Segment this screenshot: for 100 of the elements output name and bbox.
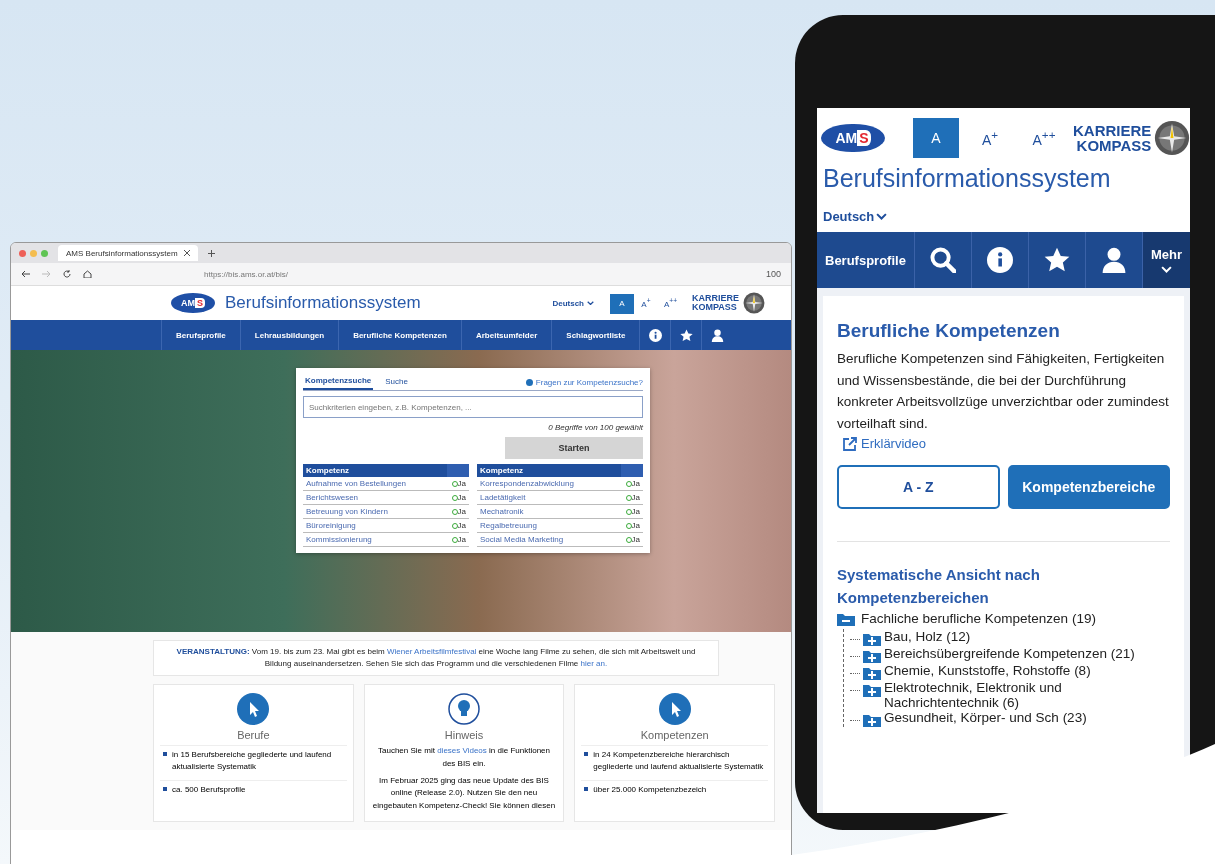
card-text: Im Februar 2025 ging das neue Update des BIS online (Release 2.0). Nutzen Sie den neu eingebauten Kompetenz-Check! Sie können diesen — [371, 774, 557, 813]
table-cell: Ja — [631, 521, 640, 530]
card-text: Tauchen Sie mit dieses Videos in die Funktionen des BIS ein. — [377, 745, 551, 770]
table-cell[interactable]: Aufnahme von Bestellungen — [306, 479, 452, 488]
table-cell: Ja — [457, 479, 466, 488]
table-cell[interactable]: Social Media Marketing — [480, 535, 626, 544]
help-icon[interactable] — [525, 378, 533, 386]
font-size-button[interactable]: A$^{++}$ — [1021, 118, 1067, 158]
link[interactable]: Wiener Arbeitsfilmfestival — [387, 647, 477, 656]
logo-text: KARRIERE KOMPASS — [1073, 123, 1152, 153]
star-icon[interactable] — [1043, 247, 1070, 273]
compass-icon — [1154, 120, 1190, 156]
tab[interactable]: Suche — [383, 375, 410, 389]
search-field[interactable]: Suchkriterien eingeben, z.B. Kompetenzen, ... — [303, 396, 643, 418]
language-select[interactable]: Deutsch — [546, 297, 600, 309]
site-title: Berufsinformationssystem — [822, 163, 1112, 194]
table-cell: Ja — [457, 493, 466, 502]
view-button[interactable]: Kompetenzbereiche — [1007, 465, 1170, 510]
folder-icon[interactable] — [863, 712, 881, 727]
font-size-button[interactable]: A$^{+}$ — [634, 292, 658, 313]
chevron-icon — [876, 213, 888, 220]
table-header: Kompetenz — [303, 464, 469, 477]
table-header: Kompetenz — [477, 464, 643, 477]
table-cell: Ja — [457, 521, 466, 530]
card-title: Berufe — [237, 729, 270, 741]
section-heading: Berufliche Kompetenzen — [837, 320, 1061, 342]
cursor-icon — [658, 693, 691, 725]
description-text: Berufliche Kompetenzen sind Fähigkeiten, Fertigkeiten und Wissensbestände, die bei der Durchführung konkreter Arbeitsvollzüge unverzichtbar oder zumindest vorteilhaft sind. — [837, 350, 1170, 433]
chevron-icon — [587, 300, 594, 306]
lightbulb-icon — [448, 693, 480, 725]
folder-icon[interactable] — [837, 612, 855, 627]
logo-text: KARRIERE KOMPASS — [692, 294, 739, 312]
home-icon[interactable] — [83, 270, 92, 278]
font-size-button[interactable]: A — [913, 118, 959, 158]
table-cell: Ja — [631, 493, 640, 502]
tab[interactable]: Kompetenzsuche — [303, 374, 374, 390]
table-cell: Ja — [457, 507, 466, 516]
table-cell[interactable]: Regalbetreuung — [480, 521, 626, 530]
folder-icon[interactable] — [863, 665, 881, 680]
bullet-text: in 15 Berufsbereiche gegliederte und laufend aktualisierte Systematik — [172, 749, 333, 773]
info-icon[interactable] — [986, 247, 1013, 273]
bullet-icon — [163, 787, 167, 791]
announcement-text: VERANSTALTUNG: Vom 19. bis zum 23. Mai gibt es beim Wiener Arbeitsfilmfestival eine Woche lang Filme zu sehen, die sich mit Arbeitswelt und Bildung auseinandersetzen. Sehen Sie sich das Programm und die verschiedenen Filme hier an. — [153, 640, 719, 676]
font-size-button[interactable]: A$^{+}$ — [967, 118, 1013, 158]
table-cell[interactable]: Büroreinigung — [306, 521, 452, 530]
language-select[interactable]: Deutsch — [817, 195, 894, 232]
compass-icon — [743, 292, 765, 314]
folder-icon[interactable] — [863, 631, 881, 646]
url-field[interactable]: https://bis.ams.or.at/bis/ — [204, 269, 754, 279]
help-link[interactable]: Fragen zur Kompetenzsuche? — [535, 377, 643, 387]
tree-heading: Systematische Ansicht nach Kompetenzbereichen — [837, 565, 1041, 608]
search-icon[interactable] — [929, 247, 956, 273]
view-button[interactable]: A - Z — [837, 465, 1000, 510]
font-size-button[interactable]: A$^{++}$ — [658, 292, 682, 313]
ams-logo: AM S — [171, 293, 215, 313]
folder-icon[interactable] — [863, 682, 881, 697]
cursor-icon — [237, 693, 270, 725]
tree-item[interactable]: Chemie, Kunststoffe, Rohstoffe (8) — [884, 662, 1091, 678]
user-icon[interactable] — [710, 328, 724, 342]
ams-logo: AM S — [821, 123, 885, 153]
bullet-icon — [584, 752, 589, 756]
tree-item[interactable]: Bereichsübergreifende Kompetenzen (21) — [884, 645, 1135, 661]
reload-icon[interactable] — [63, 270, 71, 278]
more-menu-button[interactable]: Mehr — [1142, 232, 1190, 288]
tree-item[interactable]: Elektrotechnik, Elektronik und Nachrichtentechnik (6) — [884, 679, 1170, 710]
video-link[interactable]: Erklärvideo — [843, 436, 927, 452]
link[interactable]: hier an. — [580, 659, 608, 668]
close-icon[interactable] — [183, 250, 190, 256]
tree-item[interactable]: Bau, Holz (12) — [884, 628, 971, 644]
browser-tab[interactable]: AMS Berufsinformationssystem — [58, 245, 198, 261]
table-cell: Ja — [457, 535, 466, 544]
user-icon[interactable] — [1100, 247, 1127, 273]
zoom-level[interactable]: 100 — [765, 269, 781, 279]
link[interactable]: dieses Videos — [437, 746, 487, 755]
table-cell[interactable]: Korrespondenzabwicklung — [480, 479, 626, 488]
bullet-text: in 24 Kompetenzbereiche hierarchisch gegliederte und laufend aktualisierte Systematik — [593, 749, 765, 773]
bullet-icon — [584, 787, 589, 791]
folder-icon[interactable] — [863, 648, 881, 663]
bullet-text: über 25.000 Kompetenzbezeich — [593, 784, 707, 796]
site-title: Berufsinformationssystem — [225, 293, 422, 313]
table-cell[interactable]: Kommissionierung — [306, 535, 452, 544]
window-controls[interactable] — [19, 249, 48, 257]
info-icon[interactable] — [648, 328, 662, 342]
card-title: Kompetenzen — [640, 729, 709, 741]
table-cell[interactable]: Betreuung von Kindern — [306, 507, 452, 516]
table-cell: Ja — [631, 479, 640, 488]
tree-item[interactable]: Fachliche berufliche Kompetenzen (19) — [861, 609, 1096, 629]
back-icon[interactable] — [21, 270, 30, 278]
external-link-icon — [843, 436, 857, 451]
table-cell[interactable]: Berichtswesen — [306, 493, 452, 502]
chevron-icon — [1160, 266, 1172, 273]
table-cell[interactable]: Ladetätigkeit — [480, 493, 626, 502]
tree-item[interactable]: Gesundheit, Körper- und Sch (23) — [884, 709, 1087, 725]
star-icon[interactable] — [679, 328, 693, 342]
bullet-icon — [163, 752, 167, 756]
table-cell[interactable]: Mechatronik — [480, 507, 626, 516]
bullet-text: ca. 500 Berufsprofile — [172, 784, 246, 796]
table-cell: Ja — [631, 535, 640, 544]
plus-icon[interactable] — [207, 249, 215, 257]
font-size-button[interactable]: A — [610, 293, 634, 314]
